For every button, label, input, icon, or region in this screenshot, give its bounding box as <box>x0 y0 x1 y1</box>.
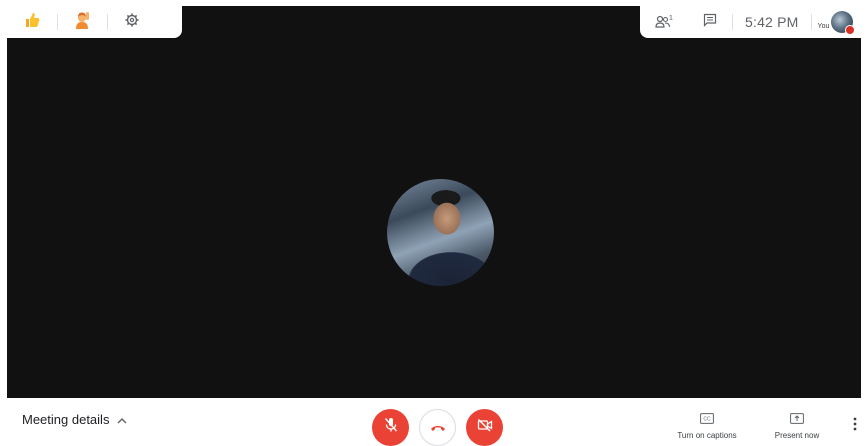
right-controls: CC Turn on captions Present now <box>662 400 868 440</box>
chevron-up-icon <box>117 412 127 427</box>
leave-call-button[interactable] <box>419 409 456 446</box>
mic-off-icon <box>384 417 398 438</box>
captions-label: Turn on captions <box>677 431 737 440</box>
camera-toggle-button[interactable] <box>466 409 503 446</box>
more-vert-icon <box>853 417 857 436</box>
meeting-details-label: Meeting details <box>22 412 110 427</box>
chat-icon <box>703 13 717 32</box>
top-left-toolbar <box>7 6 182 38</box>
camera-off-icon <box>477 418 493 437</box>
hang-up-icon <box>430 419 446 437</box>
self-label: You <box>817 22 830 30</box>
mic-muted-badge-icon <box>845 25 856 35</box>
raised-hand-icon <box>73 11 91 34</box>
chat-button[interactable] <box>688 6 732 38</box>
thumbs-up-button[interactable] <box>7 6 57 38</box>
thumbs-up-icon <box>23 11 41 34</box>
self-view-tile[interactable]: You <box>812 6 856 38</box>
present-label: Present now <box>774 431 820 440</box>
svg-text:CC: CC <box>703 416 711 422</box>
clock-time: 5:42 PM <box>745 14 799 30</box>
microphone-toggle-button[interactable] <box>372 409 409 446</box>
avatar <box>831 11 856 35</box>
top-right-toolbar: 1 5:42 PM You <box>640 6 861 38</box>
settings-button[interactable] <box>107 6 157 38</box>
participants-button[interactable]: 1 <box>640 6 688 38</box>
participant-avatar <box>387 179 494 286</box>
meeting-stage: 1 5:42 PM You <box>0 0 868 400</box>
present-now-button[interactable]: Present now <box>752 400 842 440</box>
present-screen-icon <box>790 413 804 426</box>
meeting-details-button[interactable]: Meeting details <box>22 412 127 427</box>
participants-count: 1 <box>669 15 673 22</box>
bottom-control-bar: Meeting details CC Turn on captions Pres… <box>0 400 868 446</box>
raised-hand-button[interactable] <box>57 6 107 38</box>
captions-button[interactable]: CC Turn on captions <box>662 400 752 440</box>
people-icon: 1 <box>655 15 673 29</box>
closed-captions-icon: CC <box>700 413 714 426</box>
more-options-button[interactable] <box>842 400 868 440</box>
call-controls <box>372 409 503 446</box>
gear-icon <box>125 13 139 32</box>
